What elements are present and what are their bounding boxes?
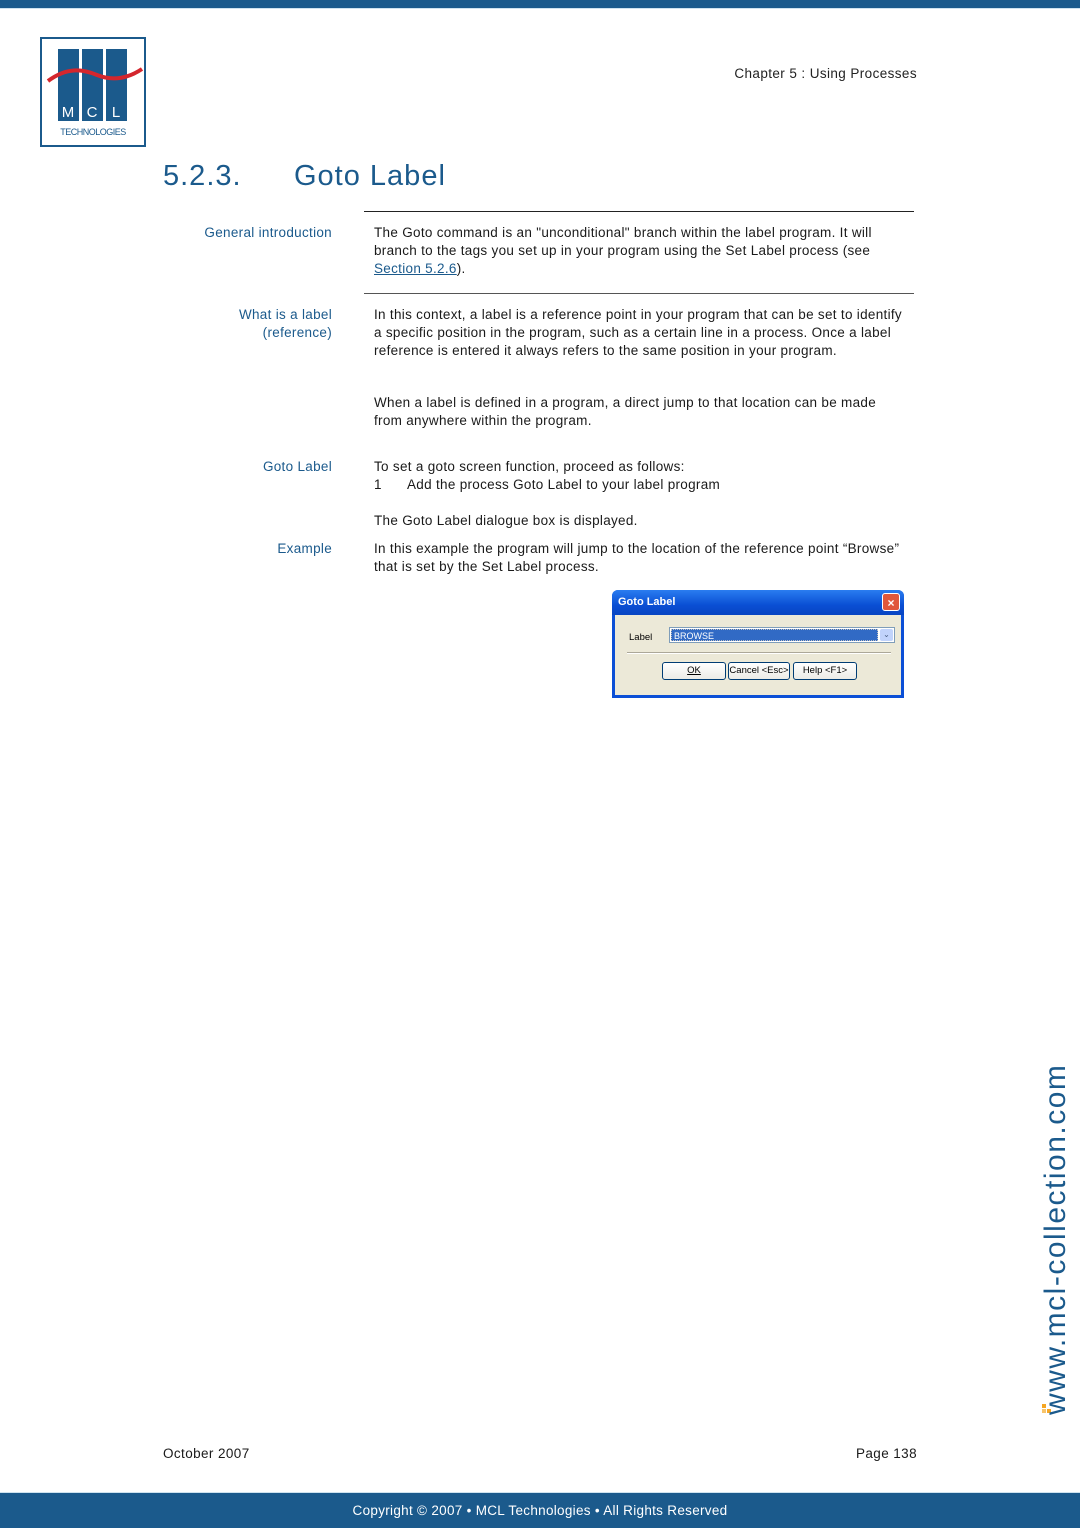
section-title: Goto Label bbox=[294, 160, 446, 192]
side-label-example: Example bbox=[277, 541, 332, 556]
footer-page-number: Page 138 bbox=[855, 1446, 917, 1461]
goto-label-dialog: Goto Label × Label BROWSE ⌄ OK Cancel <E… bbox=[612, 590, 904, 698]
side-label-general-introduction: General introduction bbox=[204, 225, 332, 240]
dialog-titlebar: Goto Label × bbox=[612, 590, 904, 615]
side-label-goto-label: Goto Label bbox=[262, 459, 332, 474]
dialog-separator bbox=[627, 652, 891, 654]
mcl-logo: M C L TECHNOLOGIES bbox=[40, 37, 146, 147]
chapter-header: Chapter 5 : Using Processes bbox=[734, 66, 917, 81]
help-button[interactable]: Help <F1> bbox=[793, 662, 857, 680]
ok-button[interactable]: OK bbox=[662, 662, 726, 680]
top-banner bbox=[0, 0, 1080, 9]
section-5-2-6-link[interactable]: Section 5.2.6 bbox=[374, 261, 457, 276]
what-is-a-label-paragraph-1: In this context, a label is a reference … bbox=[374, 307, 902, 358]
chevron-down-icon[interactable]: ⌄ bbox=[880, 629, 893, 641]
what-is-a-label-paragraph-2: When a label is defined in a program, a … bbox=[374, 395, 877, 428]
dialog-body: Label BROWSE ⌄ OK Cancel <Esc> Help <F1> bbox=[615, 615, 901, 695]
goto-label-after: The Goto Label dialogue box is displayed… bbox=[374, 513, 638, 528]
section-heading: 5.2.3. Goto Label bbox=[163, 160, 446, 193]
cancel-button[interactable]: Cancel <Esc> bbox=[728, 662, 790, 680]
close-icon[interactable]: × bbox=[882, 593, 900, 611]
dialog-title: Goto Label bbox=[618, 596, 676, 608]
label-dropdown-value: BROWSE bbox=[671, 629, 878, 641]
svg-text:TECHNOLOGIES: TECHNOLOGIES bbox=[60, 127, 126, 137]
side-label-what-is-a-label: What is a label (reference) bbox=[239, 306, 332, 342]
divider bbox=[364, 211, 914, 212]
svg-text:C: C bbox=[87, 104, 98, 121]
ok-button-label: OK bbox=[687, 665, 701, 676]
footer-banner: Copyright © 2007 • MCL Technologies • Al… bbox=[0, 1492, 1080, 1528]
footer-date: October 2007 bbox=[163, 1446, 250, 1461]
label-dropdown[interactable]: BROWSE ⌄ bbox=[669, 627, 895, 643]
svg-text:L: L bbox=[112, 104, 120, 121]
side-label-line2: (reference) bbox=[262, 325, 332, 340]
goto-label-intro: To set a goto screen function, proceed a… bbox=[374, 459, 685, 474]
svg-text:M: M bbox=[62, 104, 75, 121]
section-number: 5.2.3. bbox=[163, 160, 242, 192]
step-item: 1 Add the process Goto Label to your labe… bbox=[374, 476, 720, 494]
divider bbox=[364, 293, 914, 294]
mcl-logo-icon: M C L TECHNOLOGIES bbox=[46, 49, 144, 137]
example-text: In this example the program will jump to… bbox=[374, 541, 900, 574]
side-label-line1: What is a label bbox=[238, 307, 332, 322]
step-text: Add the process Goto Label to your label… bbox=[407, 477, 721, 492]
intro-text-end: ). bbox=[456, 261, 466, 276]
label-field-label: Label bbox=[629, 632, 653, 643]
intro-text: The Goto command is an "unconditional" b… bbox=[374, 225, 872, 258]
website-watermark: www.mcl-collection.com bbox=[1039, 1063, 1072, 1415]
copyright-text: Copyright © 2007 • MCL Technologies • Al… bbox=[352, 1503, 728, 1518]
step-number: 1 bbox=[374, 477, 382, 492]
general-introduction-text: The Goto command is an "unconditional" b… bbox=[374, 224, 904, 278]
